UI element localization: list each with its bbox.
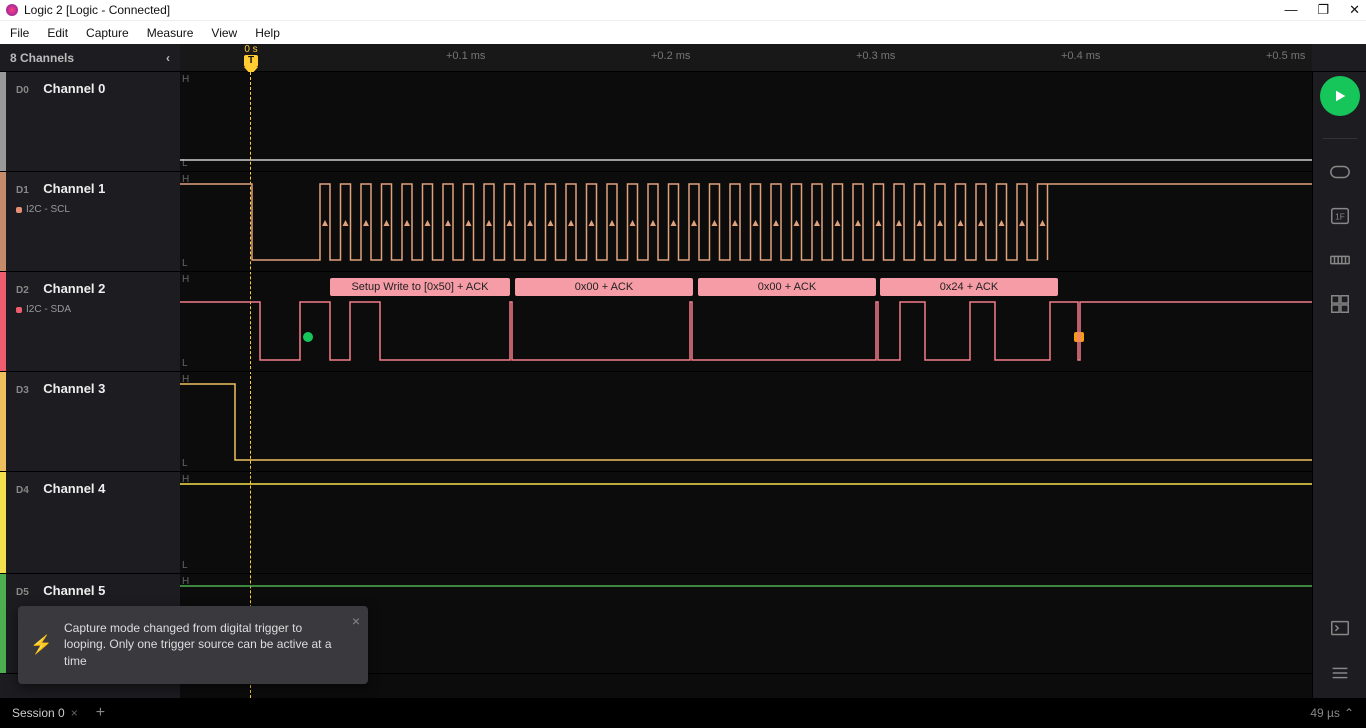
right-toolbar: 1F — [1312, 72, 1366, 698]
waveform-area[interactable]: H L H L H L Setup Write to [0x50] + ACK … — [180, 72, 1312, 698]
protocol-dot-icon — [16, 207, 22, 213]
notification-toast: ⚡ Capture mode changed from digital trig… — [18, 606, 368, 684]
channel-index: D3 — [16, 385, 29, 396]
waveform-trace — [180, 172, 1312, 271]
waveform-row: H L — [180, 372, 1312, 472]
channel-protocol: I2C - SDA — [26, 304, 71, 315]
channel-list: D0 Channel 0 D1 Channel 1 I2C - SCL D2 C… — [0, 72, 180, 698]
ruler-tick: +0.1 ms — [446, 50, 485, 62]
ruler-tick: +0.3 ms — [856, 50, 895, 62]
toolbar-separator — [1323, 138, 1357, 139]
channel-row[interactable]: D4 Channel 4 — [0, 472, 180, 574]
ruler-tick: +0.5 ms — [1266, 50, 1305, 62]
waveform-trace — [180, 72, 1312, 171]
play-icon — [1332, 88, 1348, 104]
waveform-row: H L Setup Write to [0x50] + ACK 0x00 + A… — [180, 272, 1312, 372]
menu-edit[interactable]: Edit — [47, 26, 68, 40]
window-maximize-button[interactable]: ❐ — [1317, 2, 1329, 18]
window-close-button[interactable]: ✕ — [1349, 2, 1360, 18]
trigger-marker[interactable]: 0 s T — [244, 44, 258, 75]
right-toolbar-header — [1312, 44, 1366, 72]
waveform-row: H L — [180, 72, 1312, 172]
channel-index: D4 — [16, 485, 29, 496]
channel-name: Channel 3 — [43, 381, 105, 396]
app-logo-icon — [6, 4, 18, 16]
menu-help[interactable]: Help — [255, 26, 280, 40]
waveform-row: H L — [180, 472, 1312, 574]
terminal-icon[interactable] — [1329, 618, 1351, 640]
device-settings-icon[interactable] — [1329, 161, 1351, 183]
bolt-icon: ⚡ — [30, 632, 52, 657]
channel-name: Channel 0 — [43, 81, 105, 96]
channel-row[interactable]: D2 Channel 2 I2C - SDA — [0, 272, 180, 372]
toast-close-button[interactable]: × — [352, 612, 360, 632]
channel-row[interactable]: D1 Channel 1 I2C - SCL — [0, 172, 180, 272]
title-bar: Logic 2 [Logic - Connected] — ❐ ✕ — [0, 0, 1366, 20]
trigger-time-label: 0 s — [244, 44, 258, 55]
start-capture-button[interactable] — [1320, 76, 1360, 116]
channels-header[interactable]: 8 Channels ‹ — [0, 44, 180, 72]
waveform-trace — [180, 372, 1312, 471]
channel-row[interactable]: D0 Channel 0 — [0, 72, 180, 172]
measure-icon[interactable] — [1329, 249, 1351, 271]
workspace: 8 Channels ‹ 0 s T +0.1 ms +0.2 ms +0.3 … — [0, 44, 1366, 698]
channel-row[interactable]: D3 Channel 3 — [0, 372, 180, 472]
collapse-channels-icon[interactable]: ‹ — [166, 51, 170, 65]
channel-name: Channel 4 — [43, 481, 105, 496]
channels-header-label: 8 Channels — [10, 51, 74, 65]
channel-protocol: I2C - SCL — [26, 204, 70, 215]
channel-index: D2 — [16, 285, 29, 296]
session-name: Session 0 — [12, 706, 65, 720]
time-ruler[interactable]: 0 s T +0.1 ms +0.2 ms +0.3 ms +0.4 ms +0… — [180, 44, 1312, 72]
menu-measure[interactable]: Measure — [147, 26, 194, 40]
channel-name: Channel 5 — [43, 583, 105, 598]
session-tab[interactable]: Session 0 × — [12, 706, 78, 720]
analyzers-icon[interactable]: 1F — [1329, 205, 1351, 227]
extensions-icon[interactable] — [1329, 293, 1351, 315]
channel-index: D5 — [16, 587, 29, 598]
toast-message: Capture mode changed from digital trigge… — [64, 621, 332, 669]
waveform-trace — [180, 472, 1312, 573]
menu-view[interactable]: View — [211, 26, 237, 40]
menu-icon[interactable] — [1329, 662, 1351, 684]
window-minimize-button[interactable]: — — [1284, 2, 1297, 18]
channel-index: D0 — [16, 85, 29, 96]
protocol-dot-icon — [16, 307, 22, 313]
waveform-row: H L — [180, 172, 1312, 272]
svg-text:1F: 1F — [1335, 213, 1345, 222]
ruler-tick: +0.4 ms — [1061, 50, 1100, 62]
channel-name: Channel 2 — [43, 281, 105, 296]
waveform-trace — [180, 272, 1312, 371]
menu-bar: File Edit Capture Measure View Help — [0, 20, 1366, 44]
new-session-button[interactable]: + — [96, 704, 105, 722]
menu-capture[interactable]: Capture — [86, 26, 129, 40]
session-close-button[interactable]: × — [71, 706, 78, 720]
window-title: Logic 2 [Logic - Connected] — [24, 3, 170, 17]
chevron-up-icon[interactable]: ⌃ — [1344, 706, 1354, 720]
session-bar: Session 0 × + 49 µs ⌃ — [0, 698, 1366, 728]
channel-name: Channel 1 — [43, 181, 105, 196]
channel-index: D1 — [16, 185, 29, 196]
menu-file[interactable]: File — [10, 26, 29, 40]
ruler-tick: +0.2 ms — [651, 50, 690, 62]
cursor-time-readout: 49 µs — [1310, 706, 1340, 720]
trigger-flag-icon: T — [244, 55, 258, 67]
